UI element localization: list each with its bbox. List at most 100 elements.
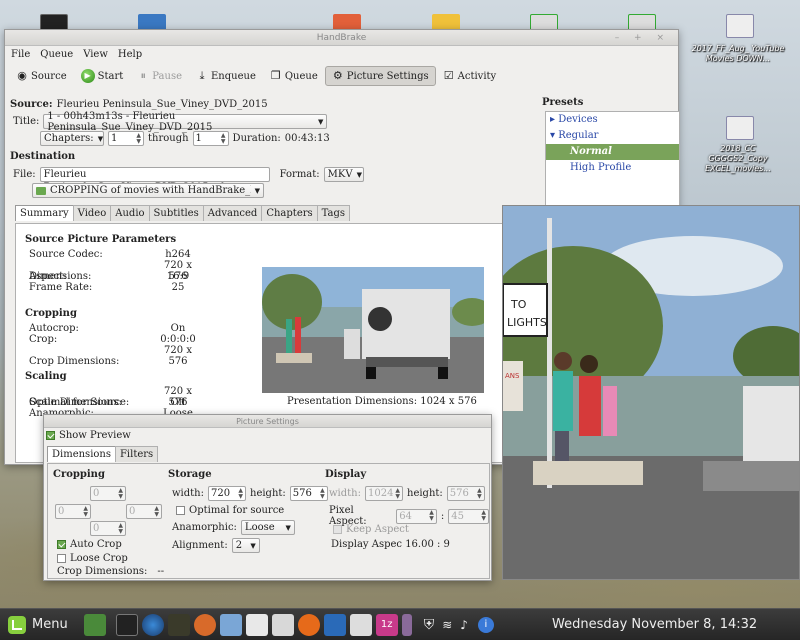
spin-arrows-icon[interactable]: ▲ ▼ (429, 510, 434, 522)
start-button[interactable]: ▶ Start (74, 65, 131, 87)
spin-arrows-icon[interactable]: ▲ ▼ (481, 510, 486, 522)
loose-crop-checkbox[interactable] (57, 554, 66, 563)
anamorphic-row: Anamorphic: Loose ▼ (172, 520, 295, 535)
menu-file[interactable]: File (11, 49, 30, 60)
spin-arrows-icon[interactable]: ▲ ▼ (136, 132, 141, 145)
desktop-icon-document[interactable] (726, 116, 754, 140)
activity-icon: ☑ (443, 69, 454, 82)
file-input[interactable]: Fleurieu Peninsula_Sue_Viney_DVD_2015.mk… (39, 167, 270, 193)
format-select[interactable]: MKV ▼ (323, 167, 364, 182)
storage-height-spin[interactable]: 576 ▲ ▼ (289, 486, 328, 501)
terminal-icon[interactable] (115, 613, 138, 636)
title-select[interactable]: 1 - 00h43m13s - Fleurieu Peninsula_Sue_V… (43, 111, 328, 133)
tab-dimensions[interactable]: Dimensions (47, 446, 116, 462)
crop-left-spin[interactable]: 0 ▲ ▼ (55, 504, 91, 519)
window-controls[interactable]: – + × (615, 30, 670, 46)
preset-devices[interactable]: ▸ Devices (546, 112, 679, 128)
volume-icon[interactable]: ♪ (460, 618, 468, 632)
tab-filters[interactable]: Filters (114, 446, 159, 462)
crop-right-spin[interactable]: 0 ▲ ▼ (126, 504, 162, 519)
handbrake-task-icon[interactable] (167, 613, 190, 636)
display-height-spin[interactable]: 576 ▲ ▼ (446, 486, 485, 501)
display-height-value: 576 (449, 488, 469, 499)
crop-top-spin[interactable]: 0 ▲ ▼ (90, 486, 126, 501)
play-icon: ▶ (80, 69, 95, 83)
chapter-start-spin[interactable]: 1 ▲ ▼ (108, 131, 144, 146)
summary-row: Crop: 0:0:0:0 (29, 334, 203, 345)
menu-help[interactable]: Help (118, 49, 142, 60)
chapters-select[interactable]: Chapters: ▼ (40, 131, 104, 146)
collapse-arrow-icon[interactable]: ▾ (550, 130, 555, 141)
menu-label: Menu (32, 617, 68, 632)
preset-regular[interactable]: ▾ Regular (546, 128, 679, 144)
app-icon[interactable] (245, 613, 268, 636)
document-icon[interactable] (349, 613, 372, 636)
tab-tags[interactable]: Tags (316, 205, 351, 221)
menu-button[interactable]: Menu (0, 615, 76, 634)
dialog-titlebar[interactable]: Picture Settings (44, 415, 491, 428)
side-sign-text: ANS (505, 372, 520, 380)
queue-button[interactable]: ❐ Queue (263, 66, 325, 86)
window-titlebar[interactable]: HandBrake – + × (5, 30, 678, 46)
pixel-aspect-y-spin[interactable]: 45 ▲ ▼ (448, 508, 489, 524)
spin-arrows-icon[interactable]: ▲ ▼ (320, 487, 325, 500)
pixel-aspect-x-spin[interactable]: 64 ▲ ▼ (396, 508, 437, 524)
source-button[interactable]: ◉ Source (9, 66, 74, 86)
duration-label: Duration: (232, 133, 281, 144)
loose-crop-row: Loose Crop (57, 553, 128, 564)
image-viewer-icon[interactable] (219, 613, 242, 636)
show-preview-checkbox[interactable] (46, 431, 55, 440)
preset-normal[interactable]: Normal (546, 144, 679, 160)
spin-arrows-icon[interactable]: ▲ ▼ (154, 505, 159, 518)
spin-arrows-icon[interactable]: ▲ ▼ (118, 522, 123, 535)
preset-high-profile[interactable]: High Profile (546, 160, 679, 176)
menu-queue[interactable]: Queue (40, 49, 73, 60)
wifi-icon[interactable]: ≋ (442, 618, 452, 632)
picture-settings-button[interactable]: ⚙ Picture Settings (324, 66, 436, 86)
spin-arrows-icon[interactable]: ▲ ▼ (238, 487, 243, 500)
firefox-icon[interactable] (193, 613, 216, 636)
clock[interactable]: Wednesday November 8, 14:32 (552, 617, 757, 632)
user-icon[interactable] (401, 613, 412, 636)
expand-arrow-icon[interactable]: ▸ (550, 114, 555, 125)
anamorphic-select[interactable]: Loose ▼ (240, 520, 295, 535)
summary-row: Source Codec: h264 (29, 249, 203, 260)
desktop-icon-label: 2018_CC GGGGS2_Copy EXCEL_movies... (705, 144, 771, 173)
menu-view[interactable]: View (83, 49, 108, 60)
browser-icon[interactable] (141, 613, 164, 636)
info-icon[interactable]: i (477, 616, 494, 633)
shield-icon[interactable]: ⛨ (424, 617, 435, 633)
tab-summary[interactable]: Summary (15, 205, 74, 221)
notes-icon[interactable]: 1z (375, 613, 398, 636)
spin-arrows-icon[interactable]: ▲ ▼ (477, 487, 482, 500)
optimal-checkbox[interactable] (176, 506, 185, 515)
spin-arrows-icon[interactable]: ▲ ▼ (83, 505, 88, 518)
tab-subtitles[interactable]: Subtitles (148, 205, 204, 221)
enqueue-button[interactable]: ⤓ Enqueue (189, 66, 263, 86)
alignment-select[interactable]: 2 ▼ (231, 538, 260, 553)
title-value: 1 - 00h43m13s - Fleurieu Peninsula_Sue_V… (47, 110, 213, 133)
folder-select[interactable]: CROPPING of movies with HandBrake_ETC ▼ (32, 183, 264, 198)
writer-icon[interactable] (323, 613, 346, 636)
tab-advanced[interactable]: Advanced (202, 205, 263, 221)
activity-button[interactable]: ☑ Activity (436, 66, 504, 86)
auto-crop-checkbox[interactable] (57, 540, 66, 549)
display-width-spin[interactable]: 1024 ▲ ▼ (365, 486, 403, 501)
crop-bottom-spin[interactable]: 0 ▲ ▼ (90, 521, 126, 536)
show-desktop-icon[interactable] (83, 613, 106, 636)
spin-arrows-icon[interactable]: ▲ ▼ (221, 132, 226, 145)
tab-video[interactable]: Video (72, 205, 112, 221)
live-preview-window[interactable]: TO LIGHTS ANS (502, 205, 800, 580)
pause-button[interactable]: ⏸ Pause (130, 66, 189, 86)
spin-arrows-icon[interactable]: ▲ ▼ (118, 487, 123, 500)
tab-chapters[interactable]: Chapters (261, 205, 318, 221)
tab-audio[interactable]: Audio (110, 205, 150, 221)
storage-width-spin[interactable]: 720 ▲ ▼ (208, 486, 246, 501)
firefox-icon[interactable] (297, 613, 320, 636)
spin-arrows-icon[interactable]: ▲ ▼ (395, 487, 400, 500)
chapter-end-spin[interactable]: 1 ▲ ▼ (192, 131, 229, 146)
preview-thumbnail[interactable] (262, 267, 484, 393)
app-icon[interactable] (271, 613, 294, 636)
desktop-icon-document[interactable] (726, 14, 754, 38)
keep-aspect-checkbox[interactable] (333, 525, 342, 534)
